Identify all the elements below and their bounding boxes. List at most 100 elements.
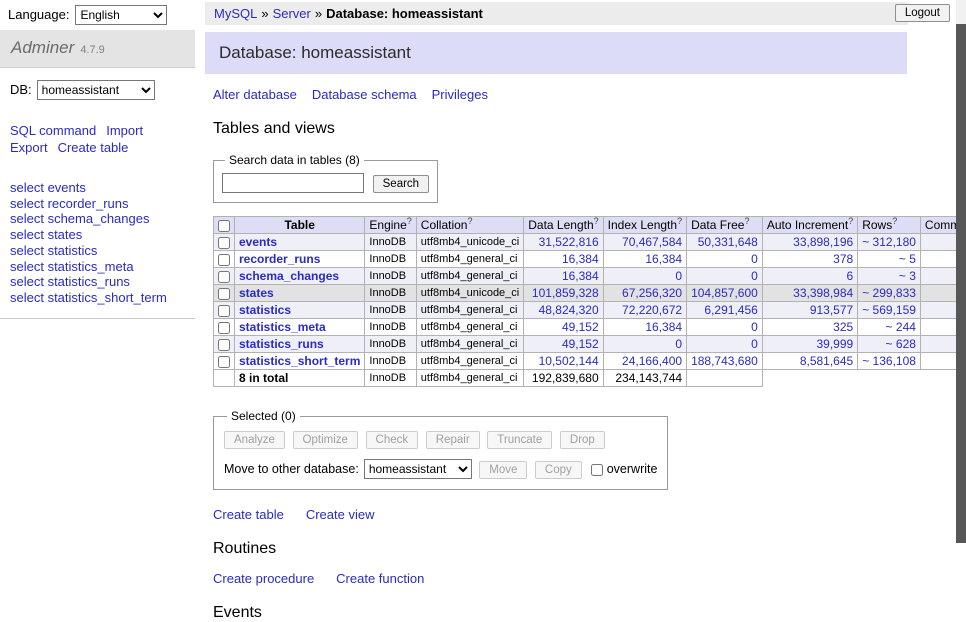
row-checkbox[interactable] — [218, 339, 230, 351]
auto-increment-link[interactable]: 33,398,984 — [793, 286, 853, 300]
sidebar-item-select-statistics-short-term[interactable]: select statistics_short_term — [10, 290, 185, 306]
data-length-link[interactable]: 16,384 — [562, 252, 599, 266]
data-free-link[interactable]: 104,857,600 — [691, 286, 758, 300]
table-link[interactable]: events — [239, 235, 277, 249]
create-view-link[interactable]: Create view — [306, 507, 375, 522]
truncate-button[interactable]: Truncate — [487, 431, 552, 449]
auto-increment-link[interactable]: 8,581,645 — [800, 354, 853, 368]
data-free-link[interactable]: 50,331,648 — [698, 235, 758, 249]
repair-button[interactable]: Repair — [426, 431, 480, 449]
data-length-link[interactable]: 101,859,328 — [532, 286, 599, 300]
optimize-button[interactable]: Optimize — [293, 431, 358, 449]
index-length-link[interactable]: 72,220,672 — [622, 303, 682, 317]
index-length-link[interactable]: 70,467,584 — [622, 235, 682, 249]
help-link[interactable]: ? — [744, 216, 749, 226]
data-free-link[interactable]: 0 — [751, 269, 758, 283]
drop-button[interactable]: Drop — [560, 431, 605, 449]
sidebar-item-select-recorder-runs[interactable]: select recorder_runs — [10, 196, 185, 212]
breadcrumb-link-server[interactable]: Server — [273, 6, 311, 21]
rows-link[interactable]: ~ 136,108 — [862, 354, 916, 368]
index-length-link[interactable]: 0 — [675, 337, 682, 351]
help-link[interactable]: ? — [594, 216, 599, 226]
create-function-link[interactable]: Create function — [336, 571, 424, 586]
create-procedure-link[interactable]: Create procedure — [213, 571, 314, 586]
sidebar-item-select-statistics[interactable]: select statistics — [10, 243, 185, 259]
rows-link[interactable]: ~ 5 — [899, 252, 916, 266]
search-button[interactable]: Search — [373, 175, 429, 193]
table-link[interactable]: recorder_runs — [239, 252, 320, 266]
rows-link[interactable]: ~ 244 — [886, 320, 916, 334]
table-link[interactable]: schema_changes — [239, 269, 339, 283]
table-link[interactable]: statistics — [239, 303, 291, 317]
help-link[interactable]: ? — [892, 216, 897, 226]
data-length-link[interactable]: 49,152 — [562, 337, 599, 351]
help-link[interactable]: ? — [407, 216, 412, 226]
auto-increment-link[interactable]: 39,999 — [817, 337, 854, 351]
language-select[interactable]: English — [75, 5, 167, 25]
data-length-link[interactable]: 16,384 — [562, 269, 599, 283]
vertical-scrollbar[interactable] — [956, 0, 966, 543]
data-free-link[interactable]: 0 — [751, 252, 758, 266]
rows-link[interactable]: ~ 3 — [899, 269, 916, 283]
auto-increment-link[interactable]: 33,898,196 — [793, 235, 853, 249]
auto-increment-link[interactable]: 378 — [833, 252, 853, 266]
scrollbar-thumb[interactable] — [956, 24, 966, 543]
database-schema-link[interactable]: Database schema — [312, 87, 417, 102]
logout-button[interactable]: Logout — [895, 4, 950, 22]
data-free-link[interactable]: 188,743,680 — [691, 354, 758, 368]
sidebar-item-select-states[interactable]: select states — [10, 227, 185, 243]
index-length-link[interactable]: 24,166,400 — [622, 354, 682, 368]
index-length-link[interactable]: 16,384 — [645, 320, 682, 334]
data-length-link[interactable]: 31,522,816 — [539, 235, 599, 249]
help-link[interactable]: ? — [677, 216, 682, 226]
sidebar-item-select-events[interactable]: select events — [10, 180, 185, 196]
data-length-link[interactable]: 49,152 — [562, 320, 599, 334]
sidebar-link-import[interactable]: Import — [106, 123, 143, 138]
help-link[interactable]: ? — [467, 216, 472, 226]
create-table-link[interactable]: Create table — [213, 507, 284, 522]
breadcrumb-link-mysql[interactable]: MySQL — [214, 6, 257, 21]
index-length-link[interactable]: 67,256,320 — [622, 286, 682, 300]
check-button[interactable]: Check — [366, 431, 419, 449]
help-link[interactable]: ? — [848, 216, 853, 226]
sidebar-item-select-statistics-meta[interactable]: select statistics_meta — [10, 259, 185, 275]
analyze-button[interactable]: Analyze — [224, 431, 285, 449]
data-free-link[interactable]: 0 — [751, 337, 758, 351]
row-checkbox[interactable] — [218, 322, 230, 334]
select-all-checkbox[interactable] — [218, 220, 230, 232]
copy-button[interactable]: Copy — [535, 461, 582, 479]
auto-increment-link[interactable]: 913,577 — [810, 303, 853, 317]
sidebar-link-create-table[interactable]: Create table — [58, 140, 129, 155]
rows-link[interactable]: ~ 628 — [886, 337, 916, 351]
index-length-link[interactable]: 0 — [675, 269, 682, 283]
move-button[interactable]: Move — [479, 461, 527, 479]
row-checkbox[interactable] — [218, 254, 230, 266]
sidebar-item-select-statistics-runs[interactable]: select statistics_runs — [10, 274, 185, 290]
sidebar-link-sql-command[interactable]: SQL command — [10, 123, 96, 138]
db-select[interactable]: homeassistant — [37, 80, 155, 100]
row-checkbox[interactable] — [218, 288, 230, 300]
table-link[interactable]: statistics_meta — [239, 320, 326, 334]
sidebar-item-select-schema-changes[interactable]: select schema_changes — [10, 211, 185, 227]
alter-database-link[interactable]: Alter database — [213, 87, 297, 102]
search-input[interactable] — [222, 173, 364, 193]
table-link[interactable]: states — [239, 286, 274, 300]
rows-link[interactable]: ~ 312,180 — [862, 235, 916, 249]
row-checkbox[interactable] — [218, 271, 230, 283]
data-length-link[interactable]: 48,824,320 — [539, 303, 599, 317]
move-db-select[interactable]: homeassistant — [364, 459, 472, 479]
row-checkbox[interactable] — [218, 305, 230, 317]
row-checkbox[interactable] — [218, 356, 230, 368]
row-checkbox[interactable] — [218, 237, 230, 249]
table-link[interactable]: statistics_short_term — [239, 354, 360, 368]
index-length-link[interactable]: 16,384 — [645, 252, 682, 266]
rows-link[interactable]: ~ 569,159 — [862, 303, 916, 317]
privileges-link[interactable]: Privileges — [432, 87, 488, 102]
auto-increment-link[interactable]: 325 — [833, 320, 853, 334]
data-length-link[interactable]: 10,502,144 — [539, 354, 599, 368]
data-free-link[interactable]: 6,291,456 — [704, 303, 757, 317]
table-link[interactable]: statistics_runs — [239, 337, 324, 351]
auto-increment-link[interactable]: 6 — [847, 269, 854, 283]
sidebar-link-export[interactable]: Export — [10, 140, 48, 155]
data-free-link[interactable]: 0 — [751, 320, 758, 334]
